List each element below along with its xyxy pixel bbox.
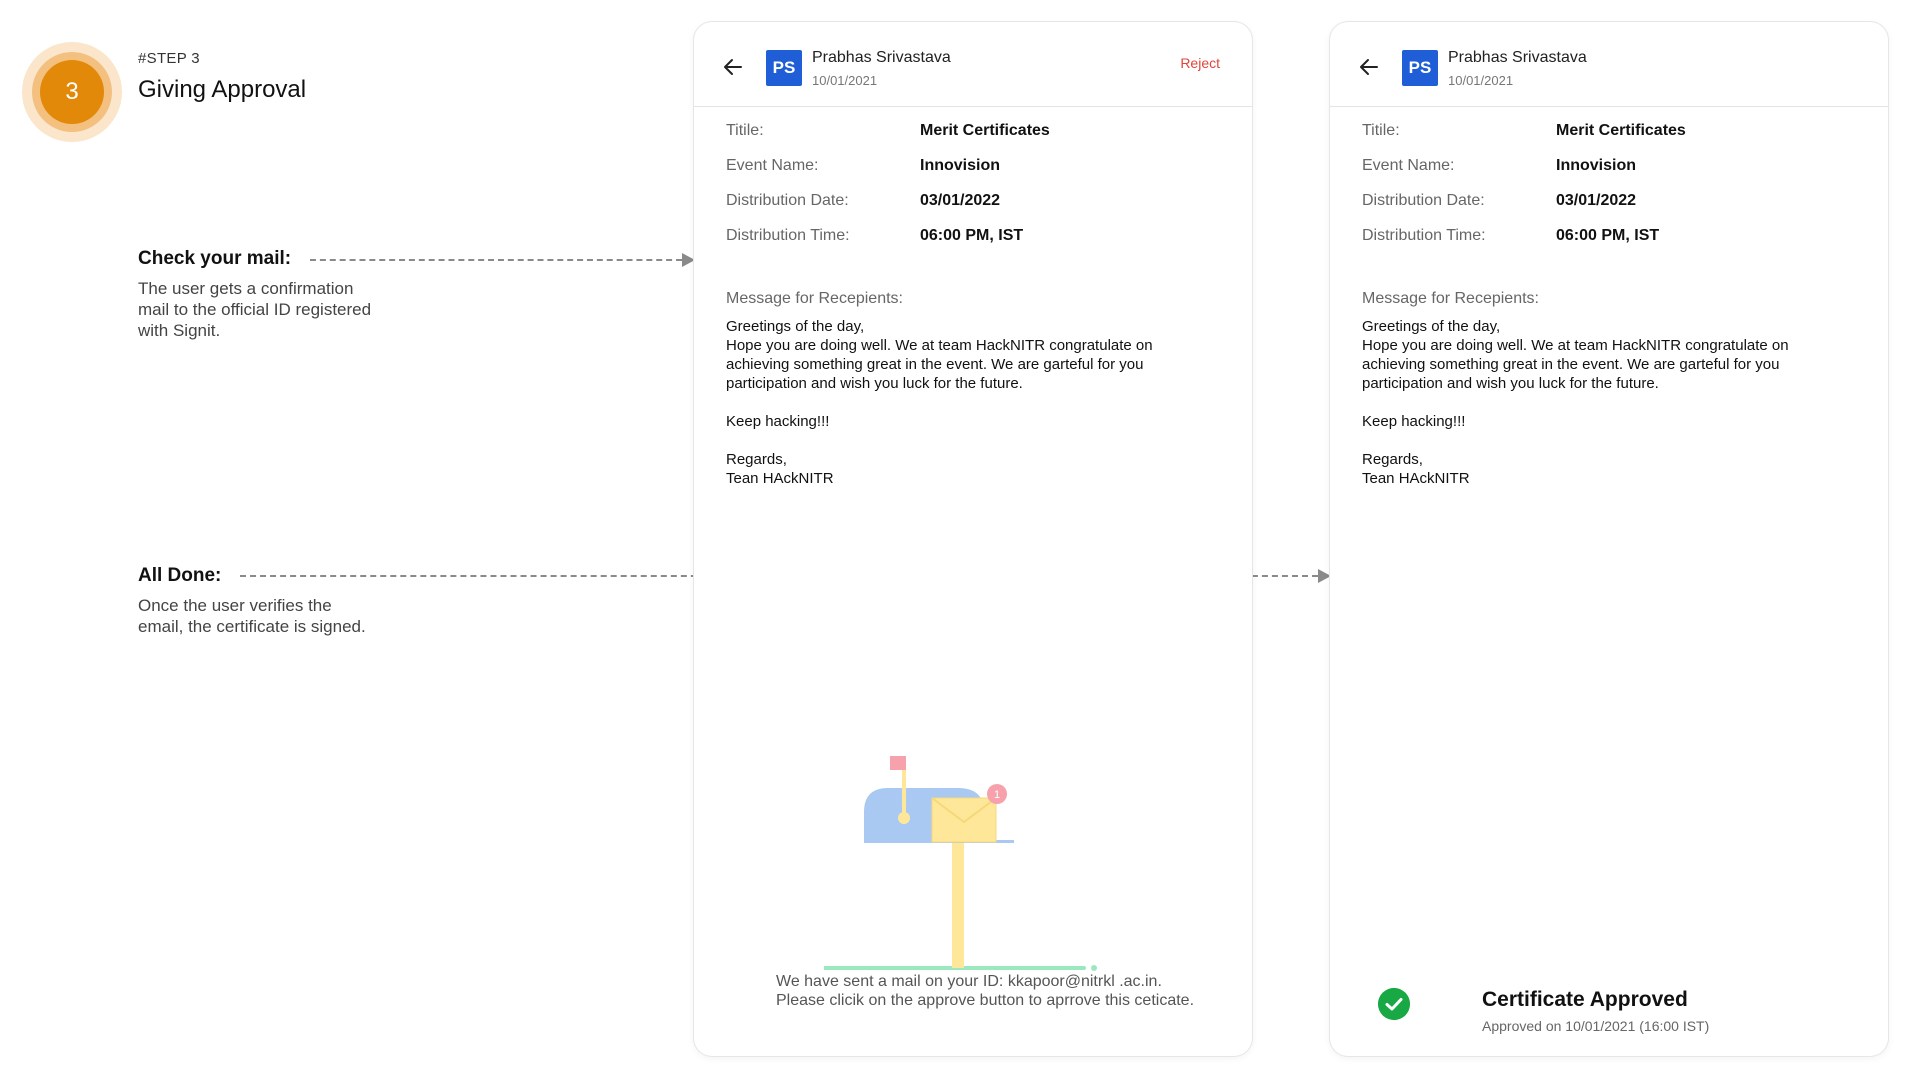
avatar: PS [766,50,802,86]
message-line: achieving something great in the event. … [726,356,1144,373]
message-label: Message for Recepients: [1362,290,1539,307]
field-label: Titile: [726,122,764,139]
card-header: PS Prabhas Srivastava 10/01/2021 Reject [694,22,1252,107]
note-check-mail-body: The user gets a confirmation mail to the… [138,279,372,340]
status-title: Certificate Approved [1482,988,1688,1011]
mailbox-illustration: 1 [824,756,1097,971]
field-value: 06:00 PM, IST [1556,227,1660,244]
message-line: Tean HAckNITR [1362,470,1470,487]
avatar: PS [1402,50,1438,86]
message-line: Regards, [1362,451,1423,468]
field-label: Event Name: [726,157,819,174]
field-value: 06:00 PM, IST [920,227,1024,244]
step-number: 3 [40,60,104,124]
step-badge: 3 [22,42,122,142]
status-subtitle: Approved on 10/01/2021 (16:00 IST) [1482,1018,1710,1034]
sender-name: Prabhas Srivastava [812,49,951,66]
message-label: Message for Recepients: [726,290,903,307]
field-label: Titile: [1362,122,1400,139]
message-line: participation and wish you luck for the … [1362,375,1659,392]
message-line: Greetings of the day, [1362,318,1501,335]
mailbox-badge: 1 [994,789,1000,801]
check-circle-icon [1378,988,1410,1020]
field-label: Distribution Time: [1362,227,1486,244]
sender-date: 10/01/2021 [1448,73,1514,88]
message-line: achieving something great in the event. … [1362,356,1780,373]
field-label: Distribution Date: [1362,192,1485,209]
message-line: Hope you are doing well. We at team Hack… [726,337,1153,354]
step-title: Giving Approval [138,76,307,103]
note-all-done-body: Once the user verifies the email, the ce… [138,596,366,636]
field-label: Distribution Time: [726,227,850,244]
email-preview-card: PS Prabhas Srivastava 10/01/2021 Reject … [694,22,1252,1056]
message-body: Greetings of the day, Hope you are doing… [726,317,1196,488]
field-label: Event Name: [1362,157,1455,174]
field-value: Innovision [1556,157,1636,174]
message-line: Keep hacking!!! [1362,413,1466,430]
back-arrow-icon[interactable] [1358,56,1380,78]
message-line: Tean HAckNITR [726,470,834,487]
message-line: Hope you are doing well. We at team Hack… [1362,337,1789,354]
message-line: Greetings of the day, [726,318,865,335]
field-value: 03/01/2022 [1556,192,1637,209]
field-label: Distribution Date: [726,192,849,209]
reject-button[interactable]: Reject [1180,55,1220,71]
field-value: Merit Certificates [1556,122,1686,139]
approved-card: PS Prabhas Srivastava 10/01/2021 Titile:… [1330,22,1888,1056]
message-body: Greetings of the day, Hope you are doing… [1362,317,1832,488]
back-arrow-icon[interactable] [722,56,744,78]
field-value: Innovision [920,157,1000,174]
mail-sent-note: We have sent a mail on your ID: kkapoor@… [776,973,1195,1009]
step-tag: #STEP 3 [138,50,200,67]
field-value: 03/01/2022 [920,192,1001,209]
sender-date: 10/01/2021 [812,73,878,88]
card-header: PS Prabhas Srivastava 10/01/2021 [1330,22,1888,107]
note-check-mail: Check your mail: The user gets a confirm… [138,248,378,341]
message-line: Keep hacking!!! [726,413,830,430]
message-line: participation and wish you luck for the … [726,375,1023,392]
message-line: Regards, [726,451,787,468]
connector-line-check-mail [310,259,682,261]
sender-name: Prabhas Srivastava [1448,49,1587,66]
field-value: Merit Certificates [920,122,1050,139]
